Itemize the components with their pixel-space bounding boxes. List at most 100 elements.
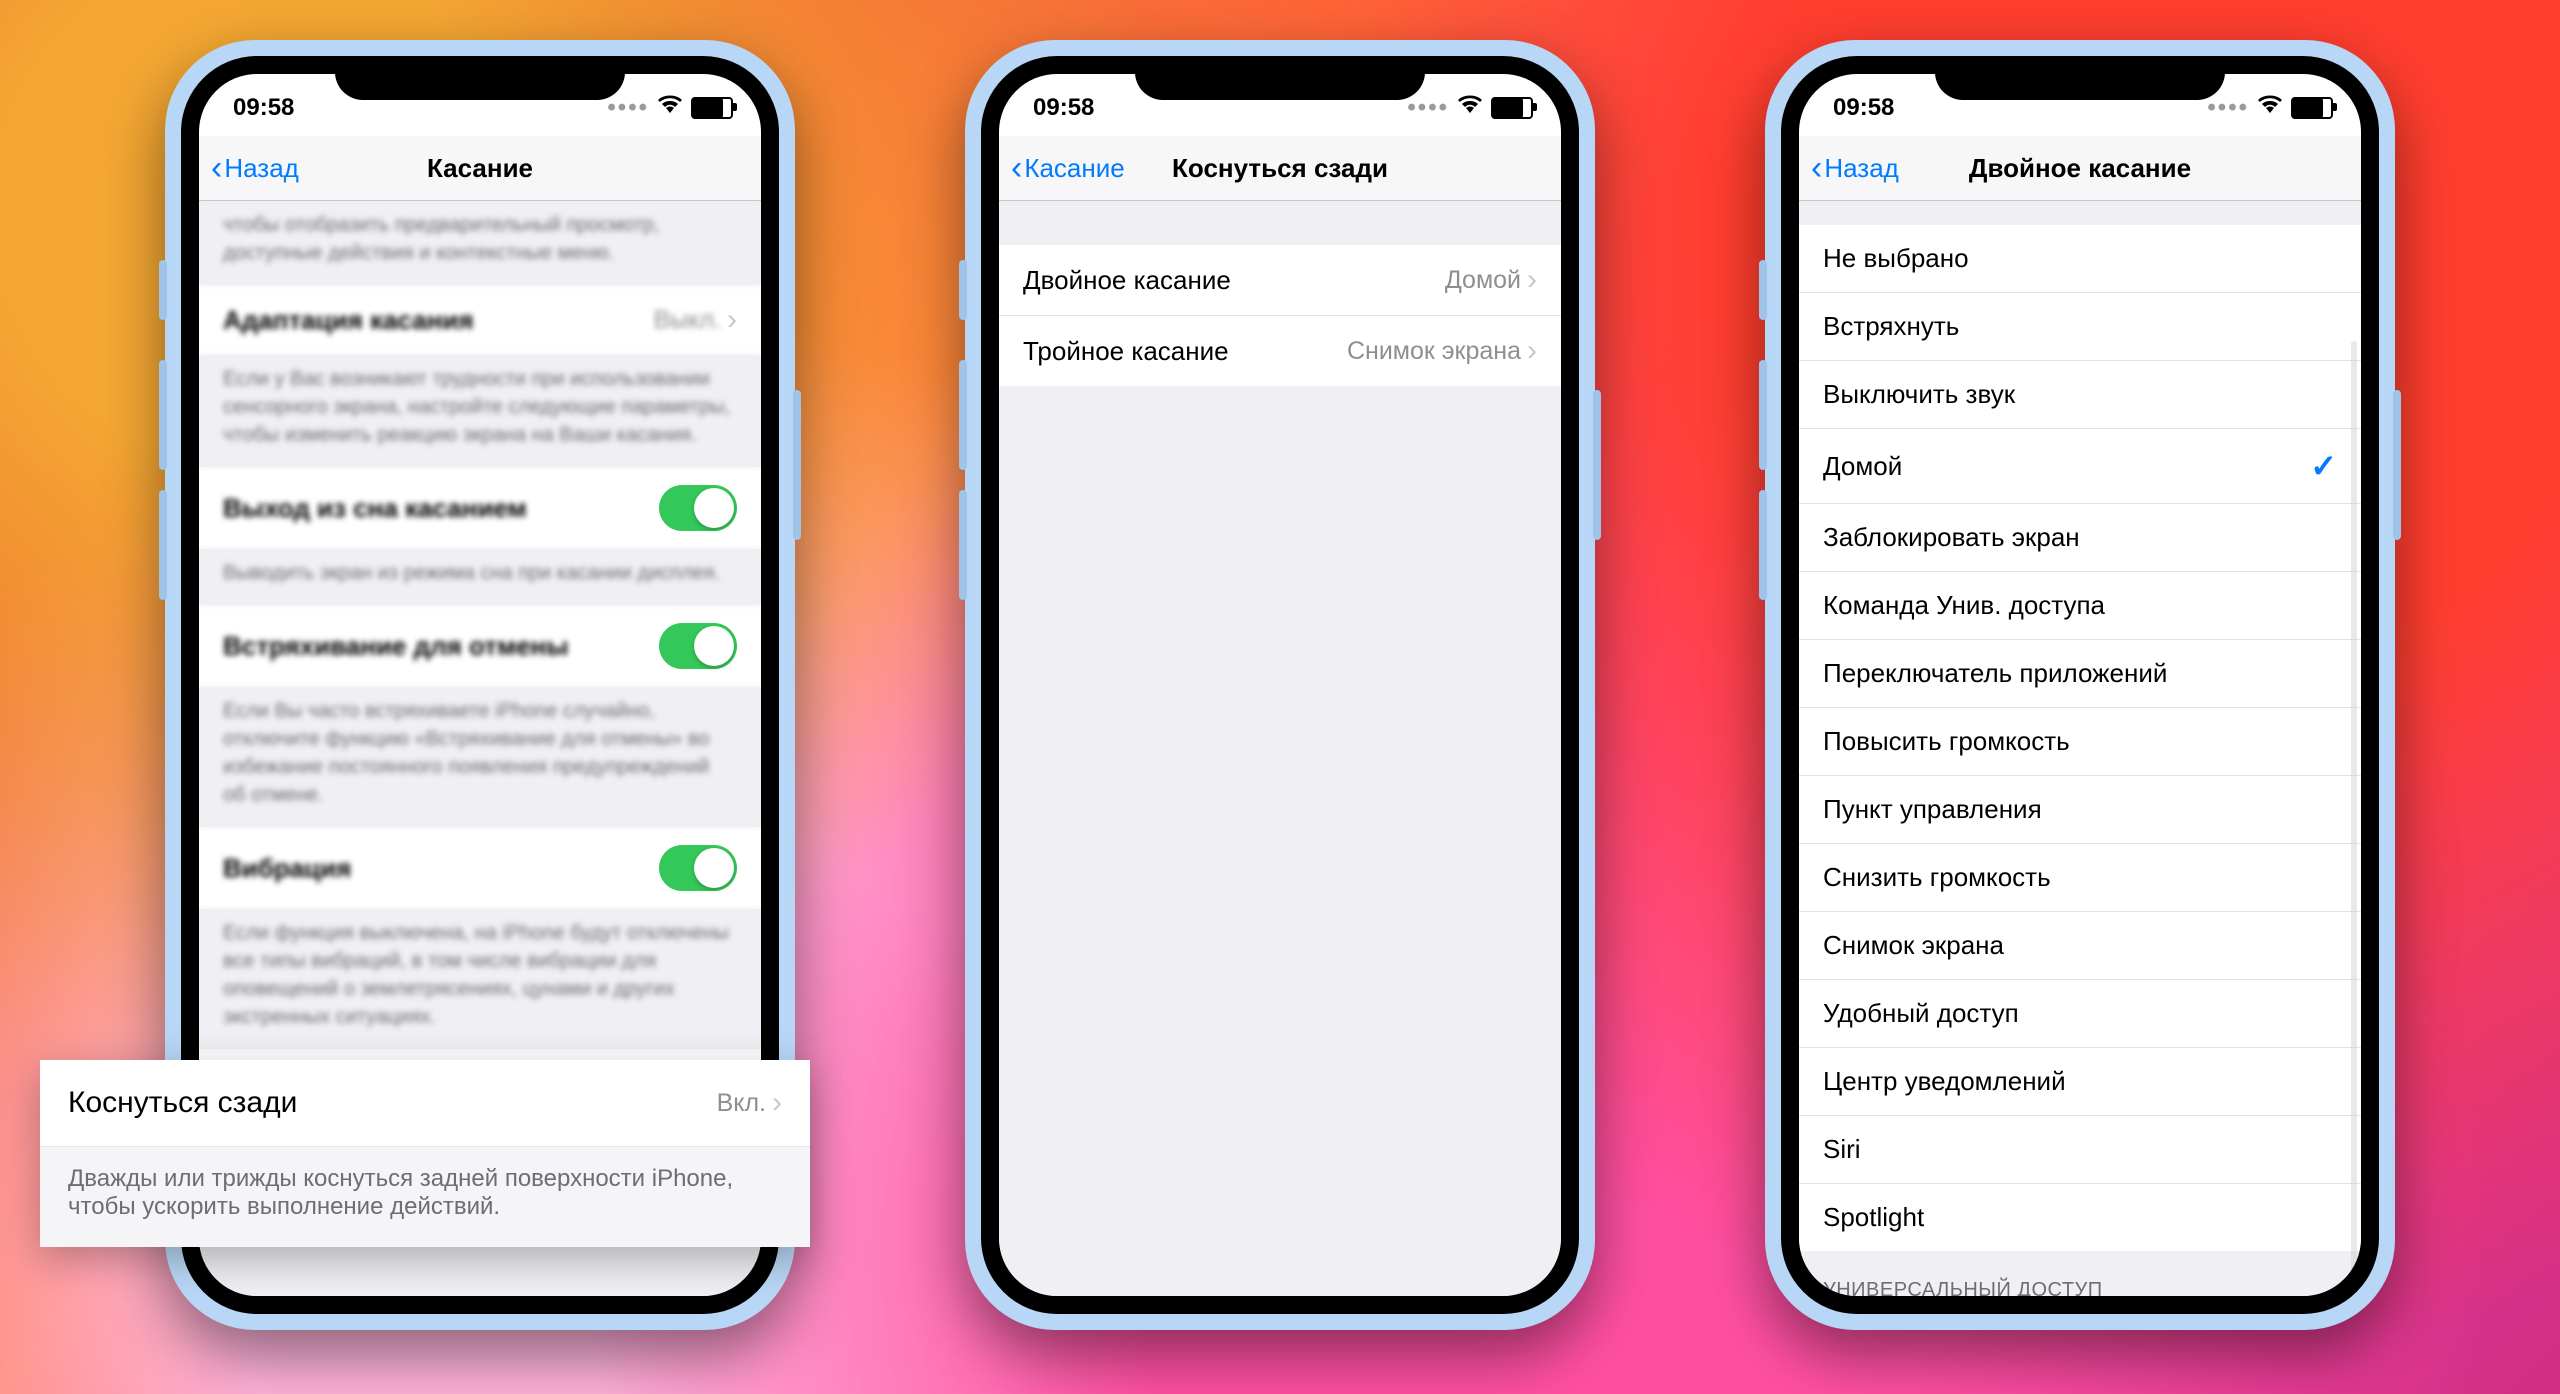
- battery-icon: [1491, 97, 1533, 119]
- side-button: [959, 360, 967, 470]
- side-button: [1759, 360, 1767, 470]
- row-tap-to-wake[interactable]: Выход из сна касанием: [199, 467, 761, 549]
- notch: [1135, 56, 1425, 100]
- footer-text: чтобы отобразить предварительный просмот…: [199, 201, 761, 285]
- back-button[interactable]: ‹ Касание: [1011, 136, 1125, 200]
- back-label: Касание: [1024, 153, 1124, 184]
- side-button: [793, 390, 801, 540]
- cellular-icon: ••••: [607, 94, 649, 122]
- option-row[interactable]: Встряхнуть: [1799, 293, 2361, 361]
- option-row[interactable]: Снизить громкость: [1799, 844, 2361, 912]
- option-label: Не выбрано: [1823, 243, 1969, 274]
- status-time: 09:58: [1033, 94, 1094, 122]
- option-label: Встряхнуть: [1823, 311, 1959, 342]
- chevron-left-icon: ‹: [1811, 151, 1822, 185]
- toggle-on[interactable]: [659, 623, 737, 669]
- section-header: УНИВЕРСАЛЬНЫЙ ДОСТУП: [1799, 1251, 2361, 1296]
- option-row[interactable]: Пункт управления: [1799, 776, 2361, 844]
- option-label: Удобный доступ: [1823, 998, 2019, 1029]
- row-double-tap[interactable]: Двойное касание Домой›: [999, 245, 1561, 316]
- options-list[interactable]: Не выбрано Встряхнуть Выключить звук Домой ✓…: [1799, 201, 2361, 1296]
- option-row[interactable]: Заблокировать экран: [1799, 504, 2361, 572]
- chevron-right-icon: ›: [727, 303, 737, 337]
- status-time: 09:58: [1833, 94, 1894, 122]
- row-label: Адаптация касания: [223, 305, 474, 336]
- option-row[interactable]: Удобный доступ: [1799, 980, 2361, 1048]
- side-button: [2393, 390, 2401, 540]
- wifi-icon: [2257, 94, 2283, 122]
- notch: [1935, 56, 2225, 100]
- side-button: [159, 260, 167, 320]
- battery-icon: [691, 97, 733, 119]
- row-label: Двойное касание: [1023, 265, 1231, 296]
- option-row[interactable]: Переключатель приложений: [1799, 640, 2361, 708]
- back-button[interactable]: ‹ Назад: [1811, 136, 1899, 200]
- toggle-on[interactable]: [659, 845, 737, 891]
- option-row[interactable]: Домой ✓: [1799, 429, 2361, 504]
- phone-double-tap: 09:58 •••• ‹ Назад Двойное касание: [1765, 40, 2395, 1330]
- option-row[interactable]: Не выбрано: [1799, 225, 2361, 293]
- footer-text: Выводить экран из режима сна при касании…: [199, 549, 761, 605]
- back-tap-callout: Коснуться сзади Вкл.› Дважды или трижды …: [40, 1060, 810, 1247]
- back-label: Назад: [224, 153, 299, 184]
- row-triple-tap[interactable]: Тройное касание Снимок экрана›: [999, 316, 1561, 386]
- status-time: 09:58: [233, 94, 294, 122]
- option-label: Siri: [1823, 1134, 1861, 1165]
- option-label: Заблокировать экран: [1823, 522, 2080, 553]
- chevron-left-icon: ‹: [1011, 151, 1022, 185]
- chevron-right-icon: ›: [1527, 263, 1537, 297]
- chevron-left-icon: ‹: [211, 151, 222, 185]
- page-title: Касание: [427, 153, 533, 184]
- option-label: Spotlight: [1823, 1202, 1924, 1233]
- cellular-icon: ••••: [2207, 94, 2249, 122]
- row-label: Встряхивание для отмены: [223, 631, 569, 662]
- row-value: Домой: [1445, 266, 1521, 295]
- back-button[interactable]: ‹ Назад: [211, 136, 299, 200]
- option-row[interactable]: Siri: [1799, 1116, 2361, 1184]
- wifi-icon: [657, 94, 683, 122]
- navbar: ‹ Касание Коснуться сзади: [999, 136, 1561, 201]
- footer-text: Если функция выключена, на iPhone будут …: [199, 909, 761, 1049]
- option-label: Домой: [1823, 451, 1902, 482]
- side-button: [1593, 390, 1601, 540]
- page-title: Коснуться сзади: [1172, 153, 1388, 184]
- footer-text: Если у Вас возникают трудности при испол…: [199, 355, 761, 467]
- row-label: Вибрация: [223, 853, 351, 884]
- battery-icon: [2291, 97, 2333, 119]
- row-value: Выкл.: [654, 306, 721, 335]
- option-row[interactable]: Снимок экрана: [1799, 912, 2361, 980]
- navbar: ‹ Назад Двойное касание: [1799, 136, 2361, 201]
- option-label: Выключить звук: [1823, 379, 2015, 410]
- side-button: [159, 490, 167, 600]
- option-row[interactable]: Spotlight: [1799, 1184, 2361, 1251]
- wifi-icon: [1457, 94, 1483, 122]
- side-button: [1759, 260, 1767, 320]
- option-label: Снизить громкость: [1823, 862, 2051, 893]
- option-row[interactable]: Повысить громкость: [1799, 708, 2361, 776]
- notch: [335, 56, 625, 100]
- row-value: Снимок экрана: [1347, 337, 1521, 366]
- option-label: Снимок экрана: [1823, 930, 2004, 961]
- row-vibration[interactable]: Вибрация: [199, 827, 761, 909]
- row-label: Выход из сна касанием: [223, 493, 527, 524]
- side-button: [159, 360, 167, 470]
- option-label: Центр уведомлений: [1823, 1066, 2066, 1097]
- checkmark-icon: ✓: [2310, 447, 2337, 485]
- settings-list[interactable]: Двойное касаниеДомой›Тройное касаниеСним…: [999, 201, 1561, 1296]
- option-row[interactable]: Выключить звук: [1799, 361, 2361, 429]
- side-button: [1759, 490, 1767, 600]
- navbar: ‹ Назад Касание: [199, 136, 761, 201]
- toggle-on[interactable]: [659, 485, 737, 531]
- option-label: Переключатель приложений: [1823, 658, 2167, 689]
- footer-text: Дважды или трижды коснуться задней повер…: [40, 1147, 810, 1247]
- option-row[interactable]: Команда Унив. доступа: [1799, 572, 2361, 640]
- option-row[interactable]: Центр уведомлений: [1799, 1048, 2361, 1116]
- row-back-tap[interactable]: Коснуться сзади Вкл.›: [40, 1060, 810, 1147]
- option-label: Команда Унив. доступа: [1823, 590, 2105, 621]
- row-label: Коснуться сзади: [68, 1086, 297, 1120]
- back-label: Назад: [1824, 153, 1899, 184]
- row-label: Тройное касание: [1023, 336, 1229, 367]
- row-shake-to-undo[interactable]: Встряхивание для отмены: [199, 605, 761, 687]
- chevron-right-icon: ›: [1527, 334, 1537, 368]
- row-touch-accommodations[interactable]: Адаптация касания Выкл.›: [199, 285, 761, 355]
